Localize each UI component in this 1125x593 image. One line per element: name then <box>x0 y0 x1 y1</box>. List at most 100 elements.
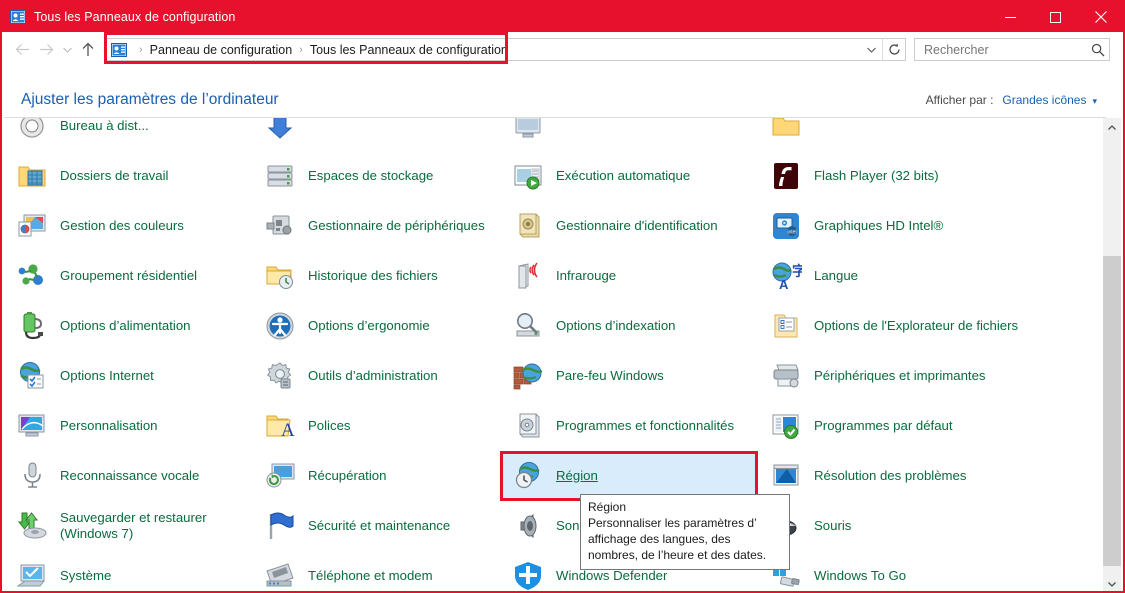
scrollbar-track[interactable] <box>1103 136 1121 575</box>
view-by-value[interactable]: Grandes icônes <box>1002 93 1086 107</box>
fonts-icon: A <box>264 410 296 442</box>
control-panel-item-backup-restore[interactable]: Sauvegarder et restaurer (Windows 7) <box>4 501 252 551</box>
control-panel-item-infrared[interactable]: Infrarouge <box>500 251 758 301</box>
scroll-down-button[interactable] <box>1103 575 1121 591</box>
window-title: Tous les Panneaux de configuration <box>34 10 236 24</box>
control-panel-item-remote-desktop[interactable]: Bureau à dist... <box>4 118 252 151</box>
control-panel-item-autoplay[interactable]: Exécution automatique <box>500 151 758 201</box>
control-panel-item-ease-of-access[interactable]: Options d’ergonomie <box>252 301 500 351</box>
forward-button[interactable] <box>34 38 58 62</box>
control-panel-item-admin-tools[interactable]: Outils d’administration <box>252 351 500 401</box>
control-panel-item-label: Langue <box>814 267 859 283</box>
control-panel-item-default-programs[interactable]: Programmes par défaut <box>758 401 1058 451</box>
control-panel-item-system[interactable]: Système <box>4 551 252 591</box>
control-panel-item-intel-hd-graphics[interactable]: intel Graphiques HD Intel® <box>758 201 1058 251</box>
vertical-scrollbar[interactable] <box>1103 118 1121 591</box>
page-header: Ajuster les paramètres de l’ordinateur A… <box>2 67 1123 117</box>
control-panel-item-language[interactable]: 字 A Langue <box>758 251 1058 301</box>
internet-options-icon <box>16 360 48 392</box>
control-panel-item-phone-modem[interactable]: Téléphone et modem <box>252 551 500 591</box>
control-panel-item-personalization[interactable]: Personnalisation <box>4 401 252 451</box>
control-panel-item-flash-player[interactable]: Flash Player (32 bits) <box>758 151 1058 201</box>
control-panel-item-storage-spaces[interactable]: Espaces de stockage <box>252 151 500 201</box>
control-panel-item-label: Infrarouge <box>556 267 617 283</box>
control-panel-item-mouse[interactable]: Souris <box>758 501 1058 551</box>
control-panel-item-work-folders[interactable]: Dossiers de travail <box>4 151 252 201</box>
control-panel-item-display[interactable] <box>500 118 758 151</box>
control-panel-item-windows-firewall[interactable]: Pare-feu Windows <box>500 351 758 401</box>
scroll-up-button[interactable] <box>1103 118 1121 136</box>
windows-update-icon <box>264 118 296 142</box>
control-panel-item-fonts[interactable]: A Polices <box>252 401 500 451</box>
close-button[interactable] <box>1078 2 1123 32</box>
back-button[interactable] <box>10 38 34 62</box>
control-panel-item-folder[interactable] <box>758 118 1058 151</box>
address-bar-area: › Panneau de configuration › Tous les Pa… <box>104 31 906 64</box>
control-panel-item-programs-features[interactable]: Programmes et fonctionnalités <box>500 401 758 451</box>
control-panel-item-file-explorer-options[interactable]: Options de l'Explorateur de fichiers <box>758 301 1058 351</box>
control-panel-item-label: Historique des fichiers <box>308 267 438 283</box>
grid-row: Système Téléphone et modem Windows Defen… <box>4 551 1104 591</box>
minimize-button[interactable] <box>988 2 1033 32</box>
control-panel-item-troubleshooting[interactable]: Résolution des problèmes <box>758 451 1058 501</box>
file-explorer-options-icon <box>770 310 802 342</box>
control-panel-item-homegroup[interactable]: Groupement résidentiel <box>4 251 252 301</box>
storage-spaces-icon <box>264 160 296 192</box>
recovery-icon <box>264 460 296 492</box>
control-panel-item-security-maintenance[interactable]: Sécurité et maintenance <box>252 501 500 551</box>
search-box[interactable] <box>914 38 1110 61</box>
control-panel-item-label: Gestionnaire d'identification <box>556 217 718 233</box>
control-panel-item-indexing-options[interactable]: Options d’indexation <box>500 301 758 351</box>
maximize-button[interactable] <box>1033 2 1078 32</box>
control-panel-item-label: Gestionnaire de périphériques <box>308 217 485 233</box>
file-history-icon <box>264 260 296 292</box>
address-bar[interactable]: › Panneau de configuration › Tous les Pa… <box>104 38 906 61</box>
folder-small-icon <box>770 118 802 142</box>
control-panel-item-internet-options[interactable]: Options Internet <box>4 351 252 401</box>
control-panel-item-label: Périphériques et imprimantes <box>814 367 986 383</box>
view-by-label: Afficher par : <box>925 93 994 107</box>
control-panel-item-speech-recognition[interactable]: Reconnaissance vocale <box>4 451 252 501</box>
control-panel-item-label: Son <box>556 517 580 533</box>
breadcrumb-item-all-control-panel-items[interactable]: Tous les Panneaux de configuration <box>310 43 508 57</box>
remote-desktop-icon <box>16 118 48 142</box>
breadcrumb-item-control-panel[interactable]: Panneau de configuration <box>150 43 292 57</box>
svg-text:A: A <box>779 277 789 292</box>
grid-row: Dossiers de travail Espaces de stockage … <box>4 151 1104 201</box>
control-panel-item-label: Région <box>556 467 598 483</box>
control-panel-item-windows-to-go[interactable]: Windows To Go <box>758 551 1058 591</box>
control-panel-item-label: Polices <box>308 417 351 433</box>
control-panel-item-label: Options d’ergonomie <box>308 317 430 333</box>
control-panel-item-color-management[interactable]: Gestion des couleurs <box>4 201 252 251</box>
navigation-bar: › Panneau de configuration › Tous les Pa… <box>2 31 1123 67</box>
control-panel-icon <box>10 9 26 25</box>
chevron-down-icon[interactable] <box>860 39 882 60</box>
control-panel-item-device-manager[interactable]: Gestionnaire de périphériques <box>252 201 500 251</box>
control-panel-item-label: Options Internet <box>60 367 154 383</box>
control-panel-item-credential-manager[interactable]: Gestionnaire d'identification <box>500 201 758 251</box>
control-panel-item-recovery[interactable]: Récupération <box>252 451 500 501</box>
recent-locations-button[interactable] <box>58 38 76 62</box>
control-panel-items-area: Bureau à dist... Dossiers de travail Esp… <box>4 117 1106 591</box>
up-button[interactable] <box>76 38 100 62</box>
control-panel-item-windows-update[interactable] <box>252 118 500 151</box>
control-panel-item-label: Personnalisation <box>60 417 158 433</box>
infrared-icon <box>512 260 544 292</box>
control-panel-item-label: Gestion des couleurs <box>60 217 184 233</box>
sound-icon <box>512 510 544 542</box>
control-panel-item-label: Exécution automatique <box>556 167 691 183</box>
scrollbar-thumb[interactable] <box>1103 256 1121 566</box>
chevron-down-icon[interactable]: ▾ <box>1092 96 1097 107</box>
control-panel-item-devices-printers[interactable]: Périphériques et imprimantes <box>758 351 1058 401</box>
breadcrumb-separator-icon: › <box>299 43 303 56</box>
search-icon[interactable] <box>1087 43 1109 57</box>
refresh-icon[interactable] <box>882 38 905 61</box>
search-input[interactable] <box>922 41 1087 58</box>
speech-recognition-icon <box>16 460 48 492</box>
grid-row: Personnalisation A Polices Programmes et… <box>4 401 1104 451</box>
control-panel-item-power-options[interactable]: Options d’alimentation <box>4 301 252 351</box>
control-panel-item-file-history[interactable]: Historique des fichiers <box>252 251 500 301</box>
flash-player-icon <box>770 160 802 192</box>
region-icon <box>512 460 544 492</box>
credential-manager-icon <box>512 210 544 242</box>
